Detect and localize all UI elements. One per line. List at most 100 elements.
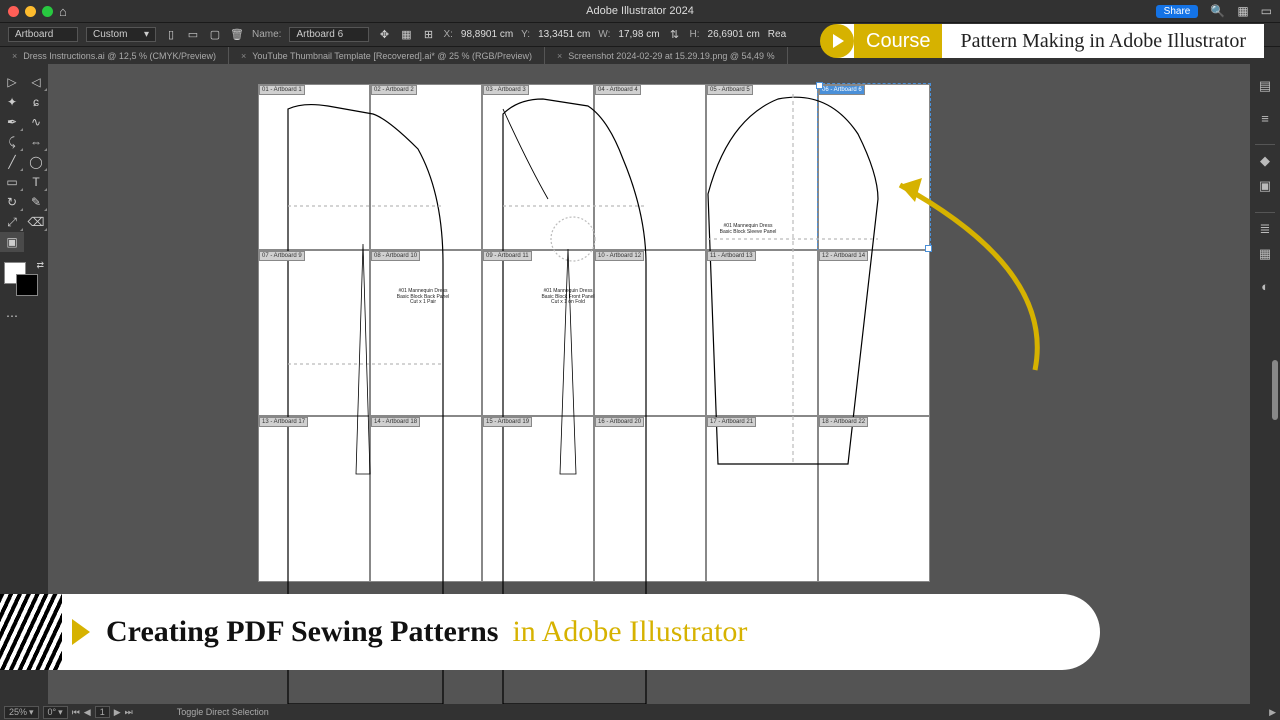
stroke-swatch[interactable]	[16, 274, 38, 296]
color-swatches[interactable]: ⇄	[0, 260, 48, 300]
chevron-icon	[72, 619, 90, 645]
scale-tool[interactable]: ⤢	[0, 212, 24, 232]
swap-icon[interactable]: ⇄	[36, 260, 44, 271]
nav-prev-icon[interactable]: ◀	[84, 707, 91, 718]
artboard-9[interactable]: 09 - Artboard 11	[482, 250, 594, 416]
pen-tool[interactable]: ✒	[0, 112, 24, 132]
nav-last-icon[interactable]: ⏭	[125, 707, 133, 718]
home-icon[interactable]: ⌂	[59, 4, 67, 19]
ellipse-tool[interactable]: ◯	[24, 152, 48, 172]
artboard-10[interactable]: 10 - Artboard 12	[594, 250, 706, 416]
doc-tab-3[interactable]: × Screenshot 2024-02-29 at 15.29.19.png @…	[545, 47, 788, 64]
close-icon[interactable]: ×	[241, 51, 246, 61]
close-icon[interactable]: ×	[557, 51, 562, 61]
artboard-2[interactable]: 02 - Artboard 2	[370, 84, 482, 250]
search-icon[interactable]: 🔍	[1210, 4, 1225, 18]
nav-first-icon[interactable]: ⏮	[72, 707, 80, 718]
rectangle-tool[interactable]: ▭	[0, 172, 24, 192]
artboard-label: 14 - Artboard 18	[371, 417, 420, 427]
pattern-label-back: #01 Mannequin Dress Basic Block Back Pan…	[393, 289, 453, 306]
delete-artboard-icon[interactable]: 🗑	[230, 28, 244, 42]
preset-dropdown[interactable]: Custom▾	[86, 27, 156, 42]
options-icon[interactable]: ▦	[399, 28, 413, 42]
close-window[interactable]	[8, 6, 19, 17]
artboard-18[interactable]: 18 - Artboard 22	[818, 416, 930, 582]
move-artwork-icon[interactable]: ✥	[377, 28, 391, 42]
artboard-label: 13 - Artboard 17	[259, 417, 308, 427]
artboard-7[interactable]: 07 - Artboard 9	[258, 250, 370, 416]
artboard-label: 11 - Artboard 13	[707, 251, 756, 261]
artboard-label: 18 - Artboard 22	[819, 417, 868, 427]
minimize-window[interactable]	[25, 6, 36, 17]
rotate-dropdown[interactable]: 0°▾	[43, 706, 68, 719]
x-value: 98,8901 cm	[461, 29, 513, 40]
artboard-11[interactable]: 11 - Artboard 13	[706, 250, 818, 416]
nav-next-icon[interactable]: ▶	[114, 707, 121, 718]
wand-tool[interactable]: ✦	[0, 92, 24, 112]
artboard-16[interactable]: 16 - Artboard 20	[594, 416, 706, 582]
scrollbar-thumb[interactable]	[1272, 360, 1278, 420]
reference-point-icon[interactable]: ⊞	[421, 28, 435, 42]
lasso-tool[interactable]: ɕ	[24, 92, 48, 112]
portrait-icon[interactable]: ▯	[164, 28, 178, 42]
anchor-tool[interactable]: ⤹	[0, 132, 24, 152]
artboard-nav-input[interactable]: 1	[95, 706, 110, 718]
tool-mode-dropdown[interactable]: Artboard	[8, 27, 78, 42]
artboard-label: 17 - Artboard 21	[707, 417, 756, 427]
doc-tab-1[interactable]: ×Dress Instructions.ai @ 12,5 % (CMYK/Pr…	[0, 47, 229, 64]
rotate-tool[interactable]: ↻	[0, 192, 24, 212]
artboard-4[interactable]: 04 - Artboard 4	[594, 84, 706, 250]
type-tool[interactable]: T	[24, 172, 48, 192]
direct-selection-tool[interactable]: ◁	[24, 72, 48, 92]
maximize-window[interactable]	[42, 6, 53, 17]
y-label: Y:	[521, 29, 530, 40]
width-tool[interactable]: ⇔	[24, 132, 48, 152]
more-tools[interactable]	[24, 232, 48, 252]
artboard-12[interactable]: 12 - Artboard 14	[818, 250, 930, 416]
curvature-tool[interactable]: ∿	[24, 112, 48, 132]
status-hint: Toggle Direct Selection	[177, 707, 269, 717]
artboard-15[interactable]: 15 - Artboard 19	[482, 416, 594, 582]
artboard-3[interactable]: 03 - Artboard 3	[482, 84, 594, 250]
preset-label: Custom	[93, 29, 127, 40]
pattern-label-sleeve: #01 Mannequin Dress Basic Block Sleeve P…	[718, 224, 778, 235]
artboard-6[interactable]: 06 - Artboard 6	[818, 84, 930, 250]
landscape-icon[interactable]: ▭	[186, 28, 200, 42]
y-value: 13,3451 cm	[538, 29, 590, 40]
artboard-label: 03 - Artboard 3	[483, 85, 529, 95]
tab-label: YouTube Thumbnail Template [Recovered].a…	[252, 51, 532, 61]
artboard-label: 02 - Artboard 2	[371, 85, 417, 95]
artboard-17[interactable]: 17 - Artboard 21	[706, 416, 818, 582]
new-artboard-icon[interactable]: ▢	[208, 28, 222, 42]
line-tool[interactable]: ╱	[0, 152, 24, 172]
course-subtitle: Pattern Making in Adobe Illustrator	[942, 30, 1264, 53]
eyedropper-tool[interactable]: ✎	[24, 192, 48, 212]
nav-right-icon[interactable]: ▶	[1269, 707, 1276, 718]
lower-title-2: in Adobe Illustrator	[512, 615, 747, 649]
artboard-8[interactable]: 08 - Artboard 10	[370, 250, 482, 416]
scrollbar-vertical[interactable]	[1272, 80, 1278, 704]
tab-label: Screenshot 2024-02-29 at 15.29.19.png @ …	[568, 51, 774, 61]
zoom-dropdown[interactable]: 25%▾	[4, 706, 39, 719]
selection-tool[interactable]: ▷	[0, 72, 24, 92]
artboard-label: 05 - Artboard 5	[707, 85, 753, 95]
artboard-13[interactable]: 13 - Artboard 17	[258, 416, 370, 582]
doc-tab-2[interactable]: × YouTube Thumbnail Template [Recovered].…	[229, 47, 545, 64]
artboard-label: 04 - Artboard 4	[595, 85, 641, 95]
eraser-tool[interactable]: ⌫	[24, 212, 48, 232]
edit-toolbar[interactable]: ⋯	[0, 306, 24, 326]
link-icon[interactable]: ⇅	[668, 28, 682, 42]
share-button[interactable]: Share	[1156, 5, 1199, 18]
artboard-14[interactable]: 14 - Artboard 18	[370, 416, 482, 582]
arrange-icon[interactable]: ▦	[1237, 4, 1248, 18]
workspace-icon[interactable]: ▭	[1261, 4, 1272, 18]
close-icon[interactable]: ×	[12, 51, 17, 61]
artboard-label: 06 - Artboard 6	[819, 85, 865, 95]
course-badge: Course Pattern Making in Adobe Illustrat…	[837, 24, 1264, 58]
pattern-label-front: #01 Mannequin Dress Basic Block Front Pa…	[538, 289, 598, 306]
artboard-1[interactable]: 01 - Artboard 1	[258, 84, 370, 250]
page-value: 1	[100, 707, 105, 717]
artboard-name-input[interactable]: Artboard 6	[289, 27, 369, 42]
artboard-tool[interactable]: ▣	[0, 232, 24, 252]
hatch-decoration	[0, 594, 62, 670]
